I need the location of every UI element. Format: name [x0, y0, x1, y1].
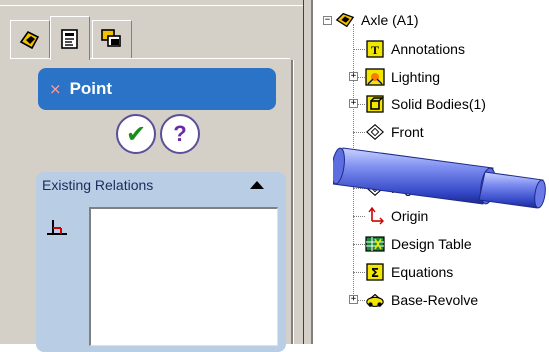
tree-item-design-table[interactable]: Design Table	[365, 233, 474, 255]
splitter-bar[interactable]	[303, 0, 313, 344]
existing-relations-list[interactable]	[89, 207, 278, 346]
feature-manager-tab[interactable]	[10, 20, 50, 58]
collapse-arrow-icon[interactable]	[250, 181, 264, 189]
relation-icon	[45, 216, 71, 242]
svg-text:Σ: Σ	[371, 266, 379, 280]
page-title: Point	[69, 79, 113, 98]
tree-root-axle[interactable]: Axle (A1)	[335, 9, 421, 31]
expand-toggle[interactable]: +	[349, 295, 358, 304]
tree-item-label: Equations	[391, 264, 454, 280]
lighting-icon	[365, 68, 385, 86]
close-icon[interactable]: ×	[49, 80, 62, 98]
property-manager-icon	[58, 27, 82, 51]
property-manager-panel: × Point ✔ ? Existing Relations	[0, 0, 313, 352]
annotations-icon: T	[365, 40, 385, 58]
tree-item-annotations[interactable]: T Annotations	[365, 38, 467, 60]
manager-tab-strip	[0, 0, 303, 60]
solid-bodies-icon	[365, 95, 385, 113]
part-icon	[335, 11, 355, 29]
expand-toggle[interactable]: +	[349, 99, 358, 108]
axle-model-preview	[331, 128, 549, 228]
tree-item-label: Design Table	[391, 236, 472, 252]
existing-relations-label: Existing Relations	[42, 177, 154, 193]
feature-manager-icon	[18, 29, 42, 51]
existing-relations-group: Existing Relations	[36, 172, 286, 352]
expand-toggle[interactable]: +	[349, 72, 358, 81]
existing-relations-header[interactable]: Existing Relations	[36, 172, 286, 198]
design-table-icon	[365, 235, 385, 253]
tree-item-base-revolve[interactable]: Base-Revolve	[365, 289, 480, 311]
help-button[interactable]: ?	[160, 114, 200, 154]
panel-border-highlight	[293, 60, 294, 344]
tree-item-solid-bodies[interactable]: Solid Bodies(1)	[365, 93, 488, 115]
tree-item-label: Base-Revolve	[391, 292, 479, 308]
ok-button[interactable]: ✔	[116, 114, 156, 154]
revolve-icon	[365, 291, 385, 309]
svg-text:T: T	[371, 43, 379, 57]
equations-icon: Σ	[365, 263, 385, 281]
tree-root-label: Axle (A1)	[361, 12, 419, 28]
tree-item-label: Lighting	[391, 69, 441, 85]
tree-item-equations[interactable]: Σ Equations	[365, 261, 455, 283]
tree-item-lighting[interactable]: Lighting	[365, 66, 442, 88]
collapse-toggle[interactable]: −	[323, 16, 332, 25]
point-title-bar: × Point	[38, 68, 276, 110]
checkmark-icon: ✔	[125, 120, 147, 148]
question-icon: ?	[173, 121, 187, 146]
property-manager-tab[interactable]	[50, 16, 90, 60]
tree-item-label: Annotations	[391, 41, 465, 57]
configuration-manager-tab[interactable]	[92, 20, 132, 58]
configuration-manager-icon	[99, 27, 125, 53]
tree-item-label: Solid Bodies(1)	[391, 96, 486, 112]
